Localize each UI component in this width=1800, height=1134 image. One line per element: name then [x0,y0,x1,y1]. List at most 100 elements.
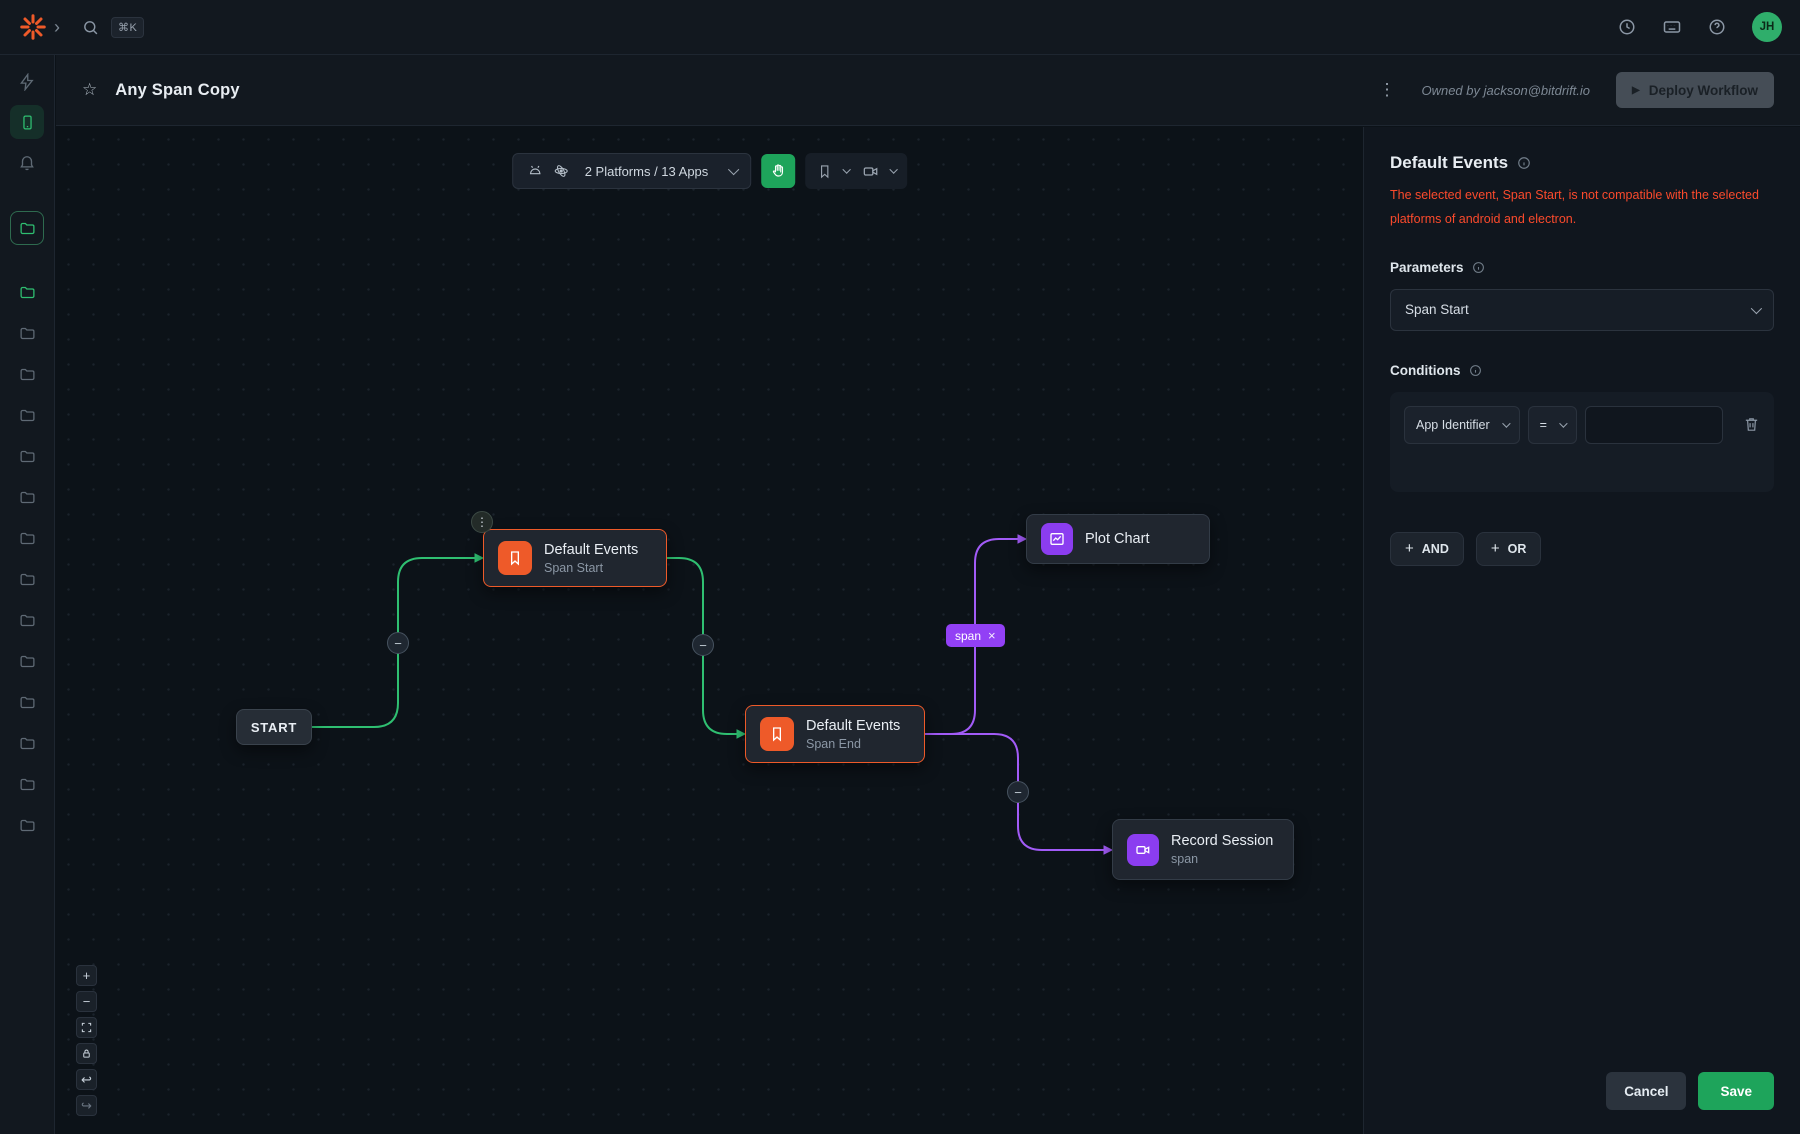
topbar: › ⌘K JH [0,0,1800,55]
folder-icon[interactable] [10,767,44,801]
info-icon[interactable] [1517,156,1531,170]
page-title: Any Span Copy [115,81,240,100]
node-config-panel: Default Events The selected event, Span … [1363,127,1800,1134]
node-default-events-span-start[interactable]: Default Events Span Start [483,529,667,587]
history-clock-icon[interactable] [1618,18,1636,36]
folder-icon[interactable] [10,562,44,596]
workflow-canvas[interactable]: 2 Platforms / 13 Apps START [56,127,1363,1134]
node-plot-chart[interactable]: Plot Chart [1026,514,1210,564]
android-icon [527,163,543,179]
search-icon[interactable] [82,19,99,36]
bookmark-icon [760,717,794,751]
folder-icon[interactable] [10,685,44,719]
close-icon[interactable]: × [988,628,996,643]
left-sidebar [0,55,55,1134]
bookmark-icon [498,541,532,575]
platforms-dropdown[interactable]: 2 Platforms / 13 Apps [512,153,752,189]
canvas-controls: + − ↩ ↪ [76,965,97,1116]
mobile-sessions-icon[interactable] [10,105,44,139]
workflow-header: ☆ Any Span Copy ⋮ Owned by jackson@bitdr… [56,55,1800,126]
fit-view-button[interactable] [76,1017,97,1038]
media-toolbar [805,153,907,189]
cancel-button[interactable]: Cancel [1606,1072,1686,1110]
bookmark-dropdown[interactable] [817,164,848,179]
condition-card: App Identifier = [1390,392,1774,492]
node-record-session[interactable]: Record Session span [1112,819,1294,880]
video-dropdown[interactable] [862,163,895,180]
panel-title: Default Events [1390,153,1508,173]
zoom-in-button[interactable]: + [76,965,97,986]
lock-interactivity-button[interactable] [76,1043,97,1064]
help-icon[interactable] [1708,18,1726,36]
workflow-menu-icon[interactable]: ⋮ [1378,80,1395,100]
edge-collapse-button[interactable]: − [387,632,409,654]
search-shortcut-badge[interactable]: ⌘K [111,17,144,38]
deploy-workflow-button[interactable]: ▶ Deploy Workflow [1616,72,1774,108]
chevron-down-icon [1751,303,1762,314]
canvas-toolbar: 2 Platforms / 13 Apps [512,153,908,189]
add-or-condition-button[interactable]: + OR [1476,532,1542,566]
node-title: Plot Chart [1085,531,1149,547]
play-icon: ▶ [1632,85,1640,96]
folder-icon[interactable] [10,357,44,391]
node-subtitle: Span End [806,737,900,751]
folder-icon[interactable] [10,808,44,842]
edge-collapse-button[interactable]: − [1007,781,1029,803]
chevron-down-icon [728,164,739,175]
condition-operator-select[interactable]: = [1528,406,1577,444]
node-default-events-span-end[interactable]: Default Events Span End [745,705,925,763]
chevron-down-icon [842,165,850,173]
alerts-bell-icon[interactable] [10,145,44,179]
keyboard-shortcuts-icon[interactable] [1662,17,1682,37]
node-title: Record Session [1171,833,1273,849]
collapse-sidebar-icon[interactable]: › [54,17,60,38]
condition-value-input[interactable] [1585,406,1723,444]
folder-active-icon[interactable] [10,275,44,309]
chart-icon [1041,523,1073,555]
plus-icon: + [1405,540,1414,557]
delete-condition-button[interactable] [1743,416,1760,433]
chevron-down-icon [889,165,897,173]
node-start[interactable]: START [236,709,312,745]
condition-field-select[interactable]: App Identifier [1404,406,1520,444]
node-options-kebab-icon[interactable]: ⋮ [471,511,493,533]
folder-icon[interactable] [10,521,44,555]
workspace-folder-selected-icon[interactable] [10,211,44,245]
parameters-label: Parameters [1390,260,1464,275]
video-camera-icon [1127,834,1159,866]
folder-icon[interactable] [10,439,44,473]
bitdrift-logo-icon [18,12,48,42]
edges-layer [56,127,1363,1134]
folder-icon[interactable] [10,726,44,760]
redo-button[interactable]: ↪ [76,1095,97,1116]
user-avatar[interactable]: JH [1752,12,1782,42]
node-subtitle: Span Start [544,561,638,575]
node-title: Default Events [544,542,638,558]
node-subtitle: span [1171,852,1273,866]
info-icon[interactable] [1472,261,1485,274]
favorite-star-icon[interactable]: ☆ [82,80,97,100]
folder-icon[interactable] [10,398,44,432]
node-title: Default Events [806,718,900,734]
plus-icon: + [1491,540,1500,557]
info-icon[interactable] [1469,364,1482,377]
lightning-icon[interactable] [10,65,44,99]
add-and-condition-button[interactable]: + AND [1390,532,1464,566]
folder-icon[interactable] [10,603,44,637]
save-button[interactable]: Save [1698,1072,1774,1110]
zoom-out-button[interactable]: − [76,991,97,1012]
chevron-down-icon [1559,419,1567,427]
undo-button[interactable]: ↩ [76,1069,97,1090]
folder-icon[interactable] [10,480,44,514]
conditions-label: Conditions [1390,363,1461,378]
event-type-select[interactable]: Span Start [1390,289,1774,331]
electron-icon [553,163,569,179]
pan-hand-button[interactable] [761,154,795,188]
folder-icon[interactable] [10,644,44,678]
edge-collapse-button[interactable]: − [692,634,714,656]
edge-label-span[interactable]: span × [946,624,1005,647]
folder-icon[interactable] [10,316,44,350]
platforms-label: 2 Platforms / 13 Apps [585,164,709,179]
chevron-down-icon [1502,419,1510,427]
compatibility-warning: The selected event, Span Start, is not c… [1390,183,1774,232]
